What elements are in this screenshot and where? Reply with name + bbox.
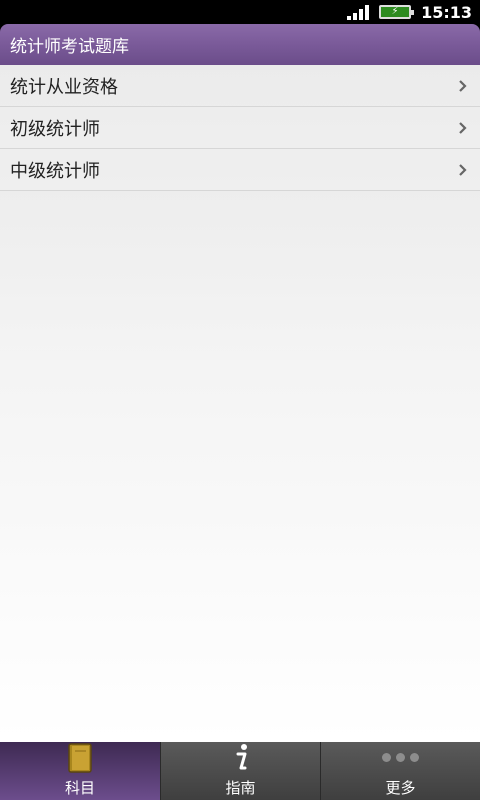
page-title: 统计师考试题库 <box>10 37 129 57</box>
tab-subjects[interactable]: 科目 <box>0 742 160 800</box>
info-icon <box>230 742 252 773</box>
content-area: 统计从业资格 初级统计师 中级统计师 <box>0 65 480 742</box>
list-item-label: 中级统计师 <box>10 160 100 182</box>
signal-strength-icon <box>347 4 370 20</box>
tab-label: 更多 <box>385 779 416 797</box>
book-icon <box>67 742 93 773</box>
list-item-statistics-qualification[interactable]: 统计从业资格 <box>0 65 480 107</box>
list-item-junior-statistician[interactable]: 初级统计师 <box>0 107 480 149</box>
tab-label: 指南 <box>225 779 256 797</box>
chevron-right-icon <box>456 163 470 177</box>
chevron-right-icon <box>456 79 470 93</box>
tab-label: 科目 <box>64 779 95 797</box>
chevron-right-icon <box>456 121 470 135</box>
status-bar: ⚡ 15:13 <box>0 0 480 24</box>
bottom-tab-bar: 科目 指南 更多 <box>0 742 480 800</box>
tab-guide[interactable]: 指南 <box>160 742 320 800</box>
title-bar: 统计师考试题库 <box>0 24 480 65</box>
status-clock: 15:13 <box>421 2 472 22</box>
more-dots-icon <box>382 742 419 773</box>
battery-icon: ⚡ <box>379 5 415 19</box>
list-item-intermediate-statistician[interactable]: 中级统计师 <box>0 149 480 191</box>
tab-more[interactable]: 更多 <box>320 742 480 800</box>
list-item-label: 初级统计师 <box>10 118 100 140</box>
list-item-label: 统计从业资格 <box>10 76 118 98</box>
